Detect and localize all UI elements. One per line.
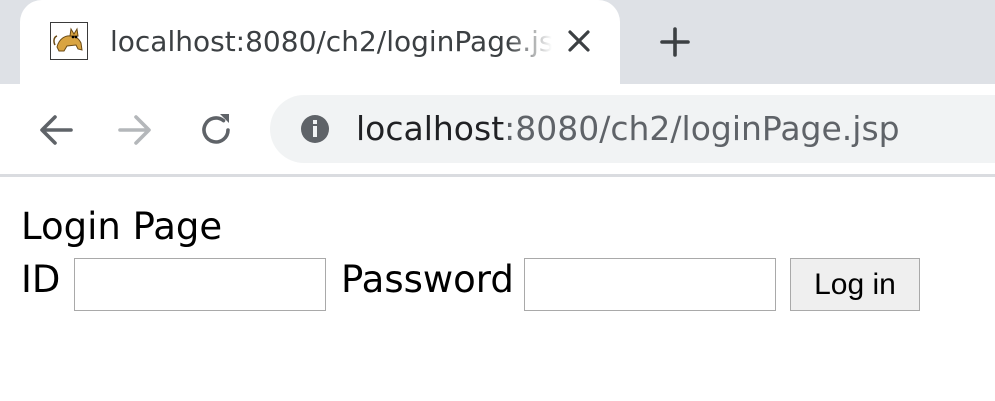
id-field[interactable] [74, 258, 326, 311]
address-bar[interactable]: localhost:8080/ch2/loginPage.jsp [270, 95, 995, 163]
page-content: Login Page ID Password Log in [0, 177, 995, 401]
page-title: Login Page [21, 205, 223, 248]
login-button[interactable]: Log in [790, 258, 920, 311]
browser-tab[interactable]: localhost:8080/ch2/loginPage.jsp [20, 0, 620, 84]
password-label: Password [341, 258, 514, 301]
id-label: ID [21, 258, 61, 301]
reload-icon[interactable] [196, 110, 236, 150]
tomcat-icon [50, 22, 88, 60]
url-text[interactable]: localhost:8080/ch2/loginPage.jsp [356, 107, 900, 151]
url-path: :8080/ch2/loginPage.jsp [504, 109, 900, 148]
forward-arrow-icon[interactable] [115, 110, 155, 150]
tab-title: localhost:8080/ch2/loginPage.jsp [110, 25, 552, 58]
info-icon[interactable] [298, 112, 332, 146]
password-field[interactable] [524, 258, 776, 311]
browser-toolbar: localhost:8080/ch2/loginPage.jsp [0, 84, 995, 175]
back-arrow-icon[interactable] [36, 110, 76, 150]
new-tab-plus-icon[interactable] [658, 25, 692, 59]
url-host: localhost [356, 109, 505, 148]
close-icon[interactable] [565, 27, 593, 55]
tab-strip: localhost:8080/ch2/loginPage.jsp [0, 0, 995, 84]
